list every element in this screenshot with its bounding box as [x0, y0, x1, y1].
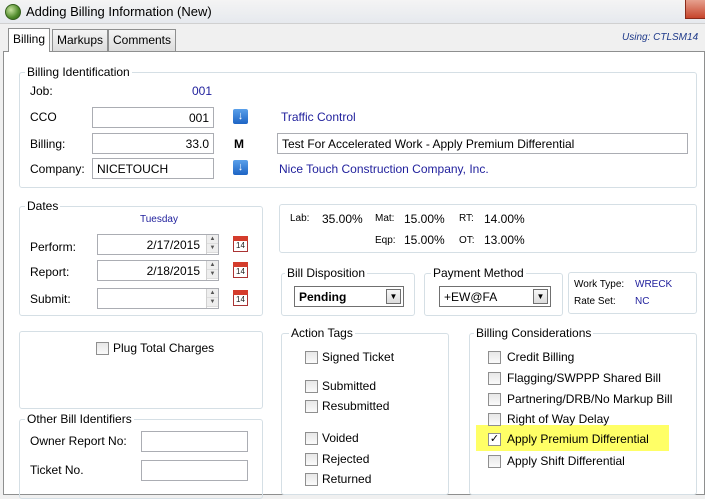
signed-ticket-label: Signed Ticket: [322, 350, 395, 364]
partnering-no-markup-checkbox[interactable]: [488, 393, 501, 406]
owner-report-field[interactable]: [141, 431, 248, 452]
day-of-week: Tuesday: [140, 214, 178, 225]
right-of-way-delay-checkbox[interactable]: [488, 413, 501, 426]
apply-premium-differential-checkbox[interactable]: ✓: [488, 433, 501, 446]
using-label: Using: CTLSM14: [622, 32, 699, 43]
rt-value: 14.00%: [484, 212, 525, 226]
owner-report-label: Owner Report No:: [30, 434, 127, 448]
rate-set-value: NC: [635, 296, 650, 307]
action-tags-legend: Action Tags: [289, 326, 355, 340]
rt-label: RT:: [459, 213, 474, 224]
plug-total-charges-checkbox[interactable]: [96, 342, 109, 355]
resubmitted-checkbox[interactable]: [305, 400, 318, 413]
bill-disposition-select[interactable]: Pending ▼: [294, 286, 404, 307]
report-date-field[interactable]: 2/18/2015: [97, 260, 219, 281]
billing-number-field[interactable]: 33.0: [92, 133, 214, 154]
billing-considerations-legend: Billing Considerations: [474, 326, 594, 340]
rejected-label: Rejected: [322, 452, 370, 466]
mat-value: 15.00%: [404, 212, 445, 226]
tab-comments[interactable]: Comments: [108, 29, 177, 51]
window-title: Adding Billing Information (New): [26, 4, 212, 19]
apply-premium-differential-label: Apply Premium Differential: [507, 432, 649, 446]
submit-label: Submit:: [30, 292, 71, 306]
rejected-checkbox[interactable]: [305, 453, 318, 466]
submit-date-spinner[interactable]: ▲ ▼: [206, 289, 218, 308]
perform-calendar-icon[interactable]: 14: [233, 236, 248, 252]
tab-billing[interactable]: Billing: [8, 28, 51, 52]
lab-label: Lab:: [290, 213, 310, 224]
app-icon: [5, 4, 21, 20]
company-field[interactable]: NICETOUCH: [92, 158, 214, 179]
billing-identification-legend: Billing Identification: [25, 65, 132, 79]
work-type-label: Work Type:: [574, 279, 625, 290]
job-value: 001: [192, 84, 213, 98]
apply-shift-differential-checkbox[interactable]: [488, 455, 501, 468]
cco-lookup-arrow-icon[interactable]: ↓: [233, 109, 248, 124]
submit-calendar-icon[interactable]: 14: [233, 290, 248, 306]
report-label: Report:: [30, 265, 70, 279]
returned-label: Returned: [322, 472, 372, 486]
cco-label: CCO: [30, 110, 57, 124]
credit-billing-label: Credit Billing: [507, 350, 575, 364]
company-lookup-arrow-icon[interactable]: ↓: [233, 160, 248, 175]
flagging-shared-bill-label: Flagging/SWPPP Shared Bill: [507, 371, 661, 385]
ot-value: 13.00%: [484, 233, 525, 247]
report-date-spinner[interactable]: ▲ ▼: [206, 261, 218, 280]
submitted-checkbox[interactable]: [305, 380, 318, 393]
submitted-label: Submitted: [322, 379, 377, 393]
report-calendar-icon[interactable]: 14: [233, 262, 248, 278]
job-label: Job:: [30, 84, 53, 98]
partnering-no-markup-label: Partnering/DRB/No Markup Bill: [507, 392, 673, 406]
chevron-down-icon[interactable]: ▼: [533, 289, 548, 304]
chevron-down-icon[interactable]: ▼: [386, 289, 401, 304]
cco-description: Traffic Control: [281, 110, 356, 124]
resubmitted-label: Resubmitted: [322, 399, 390, 413]
company-label: Company:: [30, 162, 85, 176]
cco-field[interactable]: 001: [92, 107, 214, 128]
dates-legend: Dates: [25, 199, 61, 213]
tab-markups[interactable]: Markups: [52, 29, 109, 51]
right-of-way-delay-label: Right of Way Delay: [507, 412, 610, 426]
billing-description-field[interactable]: Test For Accelerated Work - Apply Premiu…: [277, 133, 688, 154]
ticket-field[interactable]: [141, 460, 248, 481]
perform-date-spinner[interactable]: ▲ ▼: [206, 235, 218, 254]
work-type-value: WRECK: [635, 279, 673, 290]
company-description: Nice Touch Construction Company, Inc.: [279, 162, 489, 176]
flagging-shared-bill-checkbox[interactable]: [488, 372, 501, 385]
ticket-label: Ticket No.: [30, 463, 84, 477]
bill-disposition-value: Pending: [299, 290, 347, 304]
ot-label: OT:: [459, 235, 475, 246]
billing-label: Billing:: [30, 137, 66, 151]
apply-shift-differential-label: Apply Shift Differential: [507, 454, 625, 468]
payment-method-legend: Payment Method: [431, 266, 526, 280]
credit-billing-checkbox[interactable]: [488, 351, 501, 364]
bill-disposition-legend: Bill Disposition: [285, 266, 368, 280]
perform-date-field[interactable]: 2/17/2015: [97, 234, 219, 255]
eqp-value: 15.00%: [404, 233, 445, 247]
close-button[interactable]: [685, 0, 705, 19]
submit-date-field[interactable]: [97, 288, 219, 309]
perform-label: Perform:: [30, 240, 77, 254]
rate-set-label: Rate Set:: [574, 296, 616, 307]
lab-value: 35.00%: [322, 212, 363, 226]
payment-method-value: +EW@FA: [444, 290, 498, 304]
signed-ticket-checkbox[interactable]: [305, 351, 318, 364]
payment-method-select[interactable]: +EW@FA ▼: [439, 286, 551, 307]
voided-label: Voided: [322, 431, 359, 445]
returned-checkbox[interactable]: [305, 473, 318, 486]
title-bar: Adding Billing Information (New): [0, 0, 705, 24]
eqp-label: Eqp:: [375, 235, 396, 246]
mat-label: Mat:: [375, 213, 395, 224]
voided-checkbox[interactable]: [305, 432, 318, 445]
billing-flag: M: [234, 137, 244, 151]
other-bill-identifiers-legend: Other Bill Identifiers: [25, 412, 134, 426]
plug-total-charges-label: Plug Total Charges: [113, 341, 215, 355]
